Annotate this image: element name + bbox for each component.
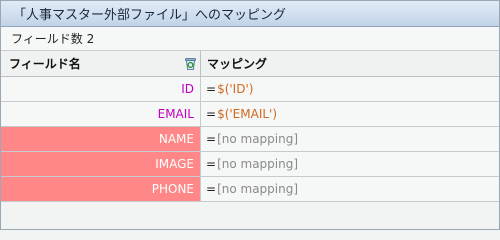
mapping-panel: 「人事マスター外部ファイル」へのマッピング フィールド数 2 フィールド名 マッ…	[0, 0, 500, 230]
column-header-field[interactable]: フィールド名	[1, 51, 201, 76]
mapping-expression: [no mapping]	[217, 182, 299, 196]
field-name-cell[interactable]: IMAGE	[1, 152, 201, 176]
mapping-cell[interactable]: = [no mapping]	[201, 127, 298, 151]
table-row[interactable]: EMAIL = $('EMAIL')	[1, 102, 499, 127]
field-count-bar: フィールド数 2	[1, 27, 499, 51]
mapping-expression: $('ID')	[217, 82, 254, 96]
table-row[interactable]: NAME = [no mapping]	[1, 127, 499, 152]
column-header-mapping[interactable]: マッピング	[201, 51, 267, 76]
mapping-cell[interactable]: = $('ID')	[201, 77, 253, 101]
table-row[interactable]: PHONE = [no mapping]	[1, 177, 499, 202]
recycle-bin-icon[interactable]	[183, 56, 198, 71]
field-name-cell[interactable]: PHONE	[1, 177, 201, 201]
field-name-cell[interactable]: EMAIL	[1, 102, 201, 126]
mapping-cell[interactable]: = [no mapping]	[201, 152, 298, 176]
window-title-bar: 「人事マスター外部ファイル」へのマッピング	[1, 1, 499, 27]
equals-sign: =	[206, 82, 217, 96]
table-row[interactable]: ID = $('ID')	[1, 77, 499, 102]
mapping-cell[interactable]: = $('EMAIL')	[201, 102, 277, 126]
column-header-mapping-label: マッピング	[207, 57, 268, 71]
table-row[interactable]: IMAGE = [no mapping]	[1, 152, 499, 177]
mapping-expression: [no mapping]	[217, 132, 299, 146]
mapping-expression: $('EMAIL')	[217, 107, 278, 121]
empty-grid-area	[1, 202, 499, 229]
mapping-expression: [no mapping]	[217, 157, 299, 171]
mapping-cell[interactable]: = [no mapping]	[201, 177, 298, 201]
equals-sign: =	[206, 132, 217, 146]
equals-sign: =	[206, 182, 217, 196]
equals-sign: =	[206, 157, 217, 171]
window-title: 「人事マスター外部ファイル」へのマッピング	[13, 8, 287, 23]
field-name-cell[interactable]: NAME	[1, 127, 201, 151]
table-header: フィールド名 マッピング	[1, 51, 499, 77]
field-name-cell[interactable]: ID	[1, 77, 201, 101]
field-count-label: フィールド数 2	[11, 32, 95, 46]
mapping-rows: ID = $('ID') EMAIL = $('EMAIL') NAME = […	[1, 77, 499, 202]
equals-sign: =	[206, 107, 217, 121]
column-header-field-label: フィールド名	[9, 57, 81, 71]
